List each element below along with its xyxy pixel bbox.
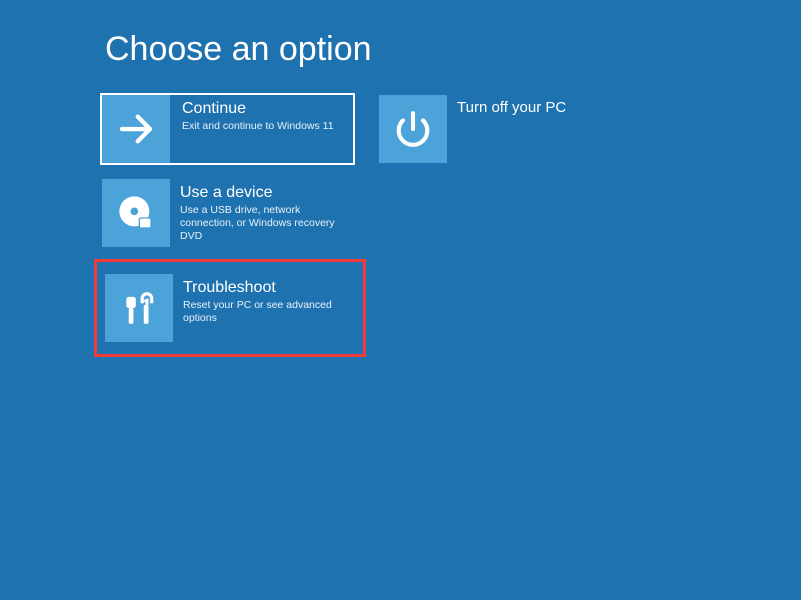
troubleshoot-text: Troubleshoot Reset your PC or see advanc… — [173, 272, 358, 344]
usedevice-text: Use a device Use a USB drive, network co… — [170, 177, 355, 249]
troubleshoot-desc: Reset your PC or see advanced options — [183, 299, 352, 325]
usedevice-option[interactable]: Use a device Use a USB drive, network co… — [100, 177, 355, 249]
poweroff-option[interactable]: Turn off your PC — [377, 93, 577, 165]
poweroff-title: Turn off your PC — [457, 99, 566, 117]
usedevice-title: Use a device — [180, 183, 349, 202]
usedevice-desc: Use a USB drive, network connection, or … — [180, 204, 349, 243]
page-title: Choose an option — [105, 0, 801, 69]
continue-desc: Exit and continue to Windows 11 — [182, 120, 334, 133]
troubleshoot-option[interactable]: Troubleshoot Reset your PC or see advanc… — [103, 272, 358, 344]
continue-option[interactable]: Continue Exit and continue to Windows 11 — [100, 93, 355, 165]
tools-icon — [105, 274, 173, 342]
continue-text: Continue Exit and continue to Windows 11 — [172, 93, 340, 165]
troubleshoot-highlight: Troubleshoot Reset your PC or see advanc… — [94, 259, 366, 357]
poweroff-text: Turn off your PC — [447, 93, 572, 165]
options-list: Continue Exit and continue to Windows 11… — [100, 93, 801, 357]
disc-icon — [102, 179, 170, 247]
power-icon — [379, 95, 447, 163]
options-row-1: Continue Exit and continue to Windows 11… — [100, 93, 801, 165]
continue-title: Continue — [182, 99, 334, 118]
options-row-2: Use a device Use a USB drive, network co… — [100, 177, 801, 249]
troubleshoot-title: Troubleshoot — [183, 278, 352, 297]
arrow-right-icon — [102, 95, 170, 163]
